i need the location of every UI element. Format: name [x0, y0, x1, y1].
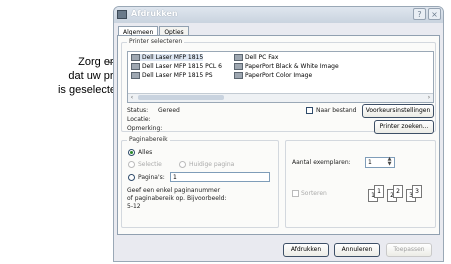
- print-button[interactable]: Afdrukken: [283, 243, 329, 257]
- printer-select-legend: Printer selecteren: [127, 38, 185, 45]
- printer-icon: [234, 63, 243, 70]
- radio-current-page-label: Huidige pagina: [189, 161, 235, 168]
- page-range-legend: Paginabereik: [127, 136, 170, 143]
- radio-selection-label: Selectie: [138, 161, 162, 168]
- cancel-button[interactable]: Annuleren: [334, 243, 380, 257]
- printer-item[interactable]: Dell Laser MFP 1815: [131, 54, 204, 61]
- printer-select-group: Printer selecteren Dell Laser MFP 1815 D…: [121, 38, 436, 134]
- printer-icon: [131, 54, 140, 61]
- scroll-left-icon[interactable]: ‹: [128, 94, 136, 101]
- help-button[interactable]: ?: [413, 8, 426, 20]
- comment-label: Opmerking:: [127, 125, 163, 132]
- radio-pages[interactable]: [128, 174, 135, 181]
- radio-pages-label: Pagina's:: [138, 174, 165, 181]
- page-range-hint: Geef een enkel paginanummer of paginaber…: [127, 187, 227, 210]
- collate-page-icon: 1: [374, 185, 384, 198]
- printer-label: Dell Laser MFP 1815 PCL 6: [142, 63, 222, 70]
- radio-current-page[interactable]: [179, 161, 186, 168]
- copies-group: Aantal exemplaren: 1 ▲ ▼ Sorteren 1 1 2 2…: [285, 140, 436, 228]
- copies-label: Aantal exemplaren:: [292, 159, 351, 166]
- radio-selection[interactable]: [128, 161, 135, 168]
- pages-input[interactable]: 1: [170, 172, 270, 182]
- printer-item[interactable]: PaperPort Color Image: [234, 72, 312, 79]
- collate-page-icon: 3: [412, 185, 422, 198]
- printer-item[interactable]: Dell PC Fax: [234, 54, 278, 61]
- title-bar: Afdrukken ? ×: [114, 7, 443, 23]
- printer-item[interactable]: PaperPort Black & White Image: [234, 63, 339, 70]
- copies-spinner-icon[interactable]: ▲ ▼: [386, 157, 393, 167]
- printer-icon: [131, 63, 140, 70]
- printer-item[interactable]: Dell Laser MFP 1815 PCL 6: [131, 63, 222, 70]
- printer-label: Dell PC Fax: [245, 54, 279, 61]
- printer-label: Dell Laser MFP 1815: [142, 54, 204, 61]
- page-range-group: Paginabereik Alles Selectie Huidige pagi…: [121, 136, 279, 228]
- printer-list[interactable]: Dell Laser MFP 1815 Dell Laser MFP 1815 …: [127, 51, 434, 103]
- printer-label: PaperPort Color Image: [245, 72, 313, 79]
- preferences-button[interactable]: Voorkeursinstellingen: [362, 104, 434, 118]
- collate-label: Sorteren: [301, 190, 327, 197]
- print-to-file-label: Naar bestand: [316, 107, 357, 114]
- printer-icon: [131, 72, 140, 79]
- fax-icon: [234, 54, 243, 61]
- tab-panel: Printer selecteren Dell Laser MFP 1815 D…: [117, 35, 440, 235]
- collate-checkbox[interactable]: [292, 190, 299, 197]
- radio-all[interactable]: [128, 149, 135, 156]
- print-to-file-checkbox[interactable]: [306, 107, 313, 114]
- close-button[interactable]: ×: [428, 8, 441, 20]
- print-dialog: Afdrukken ? × Algemeen Opties Printer se…: [113, 6, 444, 262]
- printer-label: PaperPort Black & White Image: [245, 63, 339, 70]
- printer-item[interactable]: Dell Laser MFP 1815 PS: [131, 72, 213, 79]
- status-value: Gereed: [158, 107, 180, 114]
- status-label: Status:: [127, 107, 149, 114]
- printer-icon: [117, 10, 127, 19]
- horizontal-scrollbar[interactable]: ‹ ›: [128, 93, 433, 102]
- scroll-right-icon[interactable]: ›: [425, 94, 433, 101]
- scroll-thumb[interactable]: [138, 95, 224, 100]
- find-printer-button[interactable]: Printer zoeken...: [374, 120, 434, 134]
- printer-icon: [234, 72, 243, 79]
- printer-label: Dell Laser MFP 1815 PS: [142, 72, 213, 79]
- dialog-title: Afdrukken: [131, 9, 178, 18]
- location-label: Locatie:: [127, 116, 151, 123]
- radio-all-label: Alles: [138, 149, 153, 156]
- apply-button[interactable]: Toepassen: [386, 243, 432, 257]
- collate-page-icon: 2: [393, 185, 403, 198]
